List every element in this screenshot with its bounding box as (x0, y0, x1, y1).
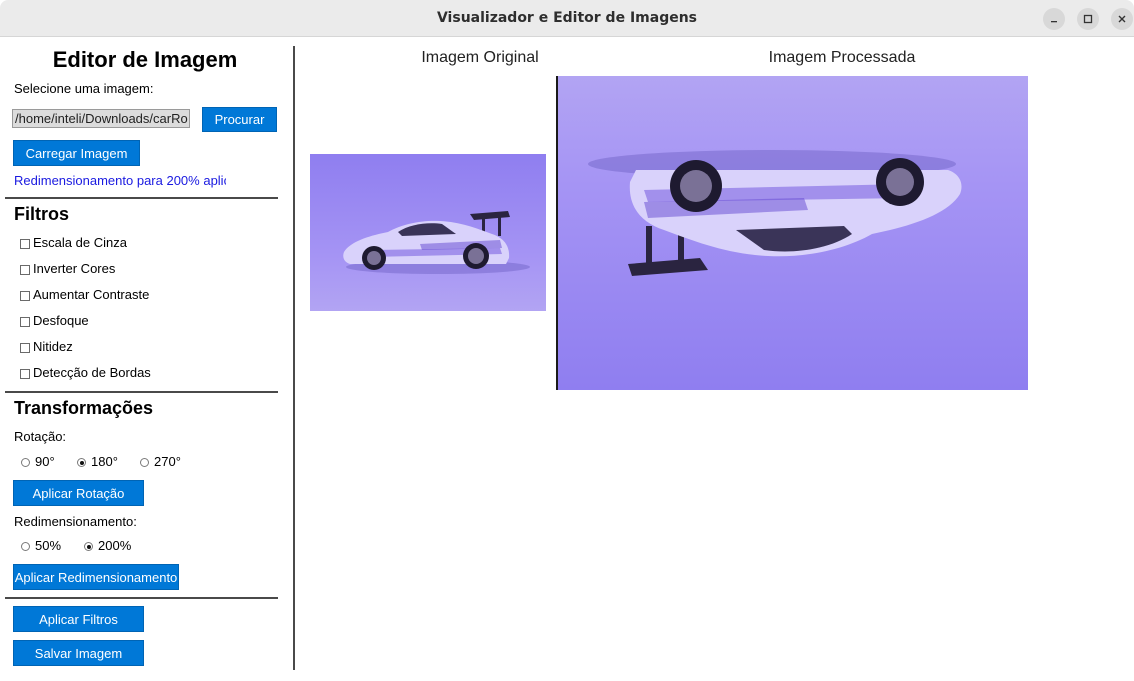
resize-label: Redimensionamento: (14, 514, 137, 529)
rotation-90-radio[interactable]: 90° (21, 454, 55, 469)
checkbox-box[interactable] (20, 265, 30, 275)
filter-blur-checkbox[interactable]: Desfoque (20, 313, 89, 328)
transforms-heading: Transformações (14, 398, 154, 418)
minimize-button[interactable] (1043, 8, 1065, 30)
close-button[interactable] (1111, 8, 1133, 30)
load-image-button[interactable]: Carregar Imagem (13, 140, 140, 166)
resize-200-radio[interactable]: 200% (84, 538, 131, 553)
window-titlebar: Visualizador e Editor de Imagens (0, 0, 1134, 37)
checkbox-label: Detecção de Bordas (33, 365, 151, 380)
divider (5, 391, 278, 393)
checkbox-box[interactable] (20, 369, 30, 379)
radio-dot[interactable] (77, 458, 86, 467)
checkbox-label: Aumentar Contraste (33, 287, 150, 302)
rotation-180-radio[interactable]: 180° (77, 454, 118, 469)
filter-grayscale-checkbox[interactable]: Escala de Cinza (20, 235, 127, 250)
filter-invert-checkbox[interactable]: Inverter Cores (20, 261, 115, 276)
checkbox-label: Nitidez (33, 339, 73, 354)
divider (5, 197, 278, 199)
filter-edges-checkbox[interactable]: Detecção de Bordas (20, 365, 151, 380)
checkbox-label: Inverter Cores (33, 261, 116, 276)
main-content: Editor de Imagem Selecione uma imagem: /… (0, 38, 1134, 681)
rotation-label: Rotação: (14, 429, 67, 444)
radio-label: 180° (91, 454, 118, 469)
maximize-button[interactable] (1077, 8, 1099, 30)
original-image (310, 154, 546, 311)
processed-image-label: Imagem Processada (768, 49, 916, 66)
radio-dot[interactable] (84, 542, 93, 551)
radio-label: 90° (35, 454, 55, 469)
radio-label: 270° (154, 454, 181, 469)
filters-heading: Filtros (14, 204, 70, 224)
radio-label: 200% (98, 538, 132, 553)
select-image-label: Selecione uma imagem: (14, 81, 154, 96)
filter-contrast-checkbox[interactable]: Aumentar Contraste (20, 287, 149, 302)
original-image-label: Imagem Original (421, 49, 539, 66)
file-path-input[interactable]: /home/inteli/Downloads/carRo (12, 109, 190, 128)
apply-filters-button[interactable]: Aplicar Filtros (13, 606, 144, 632)
radio-label: 50% (35, 538, 62, 553)
editor-heading: Editor de Imagem (52, 47, 238, 72)
window-title: Visualizador e Editor de Imagens (436, 10, 698, 26)
minimize-icon (1051, 21, 1057, 23)
car-photo-original (310, 154, 546, 311)
rotation-270-radio[interactable]: 270° (140, 454, 181, 469)
radio-dot[interactable] (21, 458, 30, 467)
checkbox-box[interactable] (20, 317, 30, 327)
divider (5, 597, 278, 599)
status-message: Redimensionamento para 200% aplic (14, 173, 226, 188)
browse-button[interactable]: Procurar (202, 107, 277, 132)
radio-dot[interactable] (140, 458, 149, 467)
filter-sharpen-checkbox[interactable]: Nitidez (20, 339, 73, 354)
maximize-icon (1083, 14, 1093, 24)
editor-sidebar: Editor de Imagem Selecione uma imagem: /… (0, 38, 294, 681)
panel-separator (293, 46, 295, 670)
processed-image (556, 76, 1028, 390)
apply-resize-button[interactable]: Aplicar Redimensionamento (13, 564, 179, 590)
checkbox-box[interactable] (20, 239, 30, 249)
checkbox-box[interactable] (20, 343, 30, 353)
radio-dot[interactable] (21, 542, 30, 551)
checkbox-box[interactable] (20, 291, 30, 301)
checkbox-label: Escala de Cinza (33, 235, 127, 250)
car-photo-processed (556, 76, 1028, 390)
checkbox-label: Desfoque (33, 313, 89, 328)
close-icon (1118, 15, 1126, 23)
save-image-button[interactable]: Salvar Imagem (13, 640, 144, 666)
apply-rotation-button[interactable]: Aplicar Rotação (13, 480, 144, 506)
resize-50-radio[interactable]: 50% (21, 538, 61, 553)
